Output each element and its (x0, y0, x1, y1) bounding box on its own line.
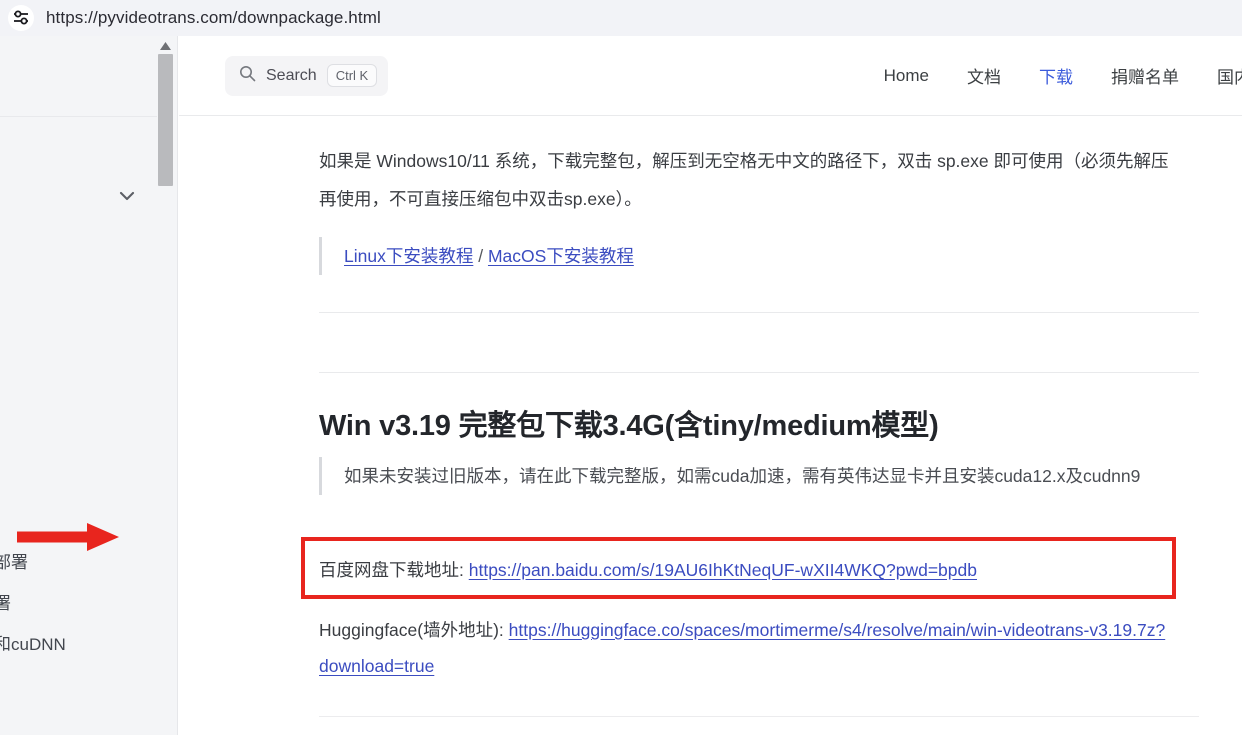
triangle-up-icon[interactable] (157, 39, 174, 53)
page-viewport: 部署 署 和cuDNN Search Ctrl K (0, 36, 1242, 735)
baidu-download-link[interactable]: https://pan.baidu.com/s/19AU6IhKtNeqUF-w… (469, 560, 977, 580)
cuda-note-text: 如果未安装过旧版本，请在此下载完整版，如需cuda加速，需有英伟达显卡并且安装c… (344, 466, 1141, 486)
nav-item-docs[interactable]: 文档 (967, 63, 1001, 88)
left-side-panel: 部署 署 和cuDNN (0, 36, 178, 735)
red-arrow-annotation (17, 520, 122, 554)
tutorial-links-quote: Linux下安装教程 / MacOS下安装教程 (319, 237, 1199, 275)
site-navigation-bar: Search Ctrl K Home 文档 下载 捐赠名单 国内加 (179, 36, 1242, 116)
baidu-download-line: 百度网盘下载地址: https://pan.baidu.com/s/19AU6I… (319, 556, 977, 584)
footer-divider (319, 716, 1199, 717)
nav-item-domestic-accel[interactable]: 国内加 (1217, 63, 1242, 88)
macos-tutorial-link[interactable]: MacOS下安装教程 (488, 246, 634, 266)
url-text[interactable]: https://pyvideotrans.com/downpackage.htm… (46, 8, 381, 28)
search-icon (239, 65, 256, 87)
scrollbar-thumb[interactable] (158, 54, 173, 186)
browser-address-bar: https://pyvideotrans.com/downpackage.htm… (0, 0, 1242, 36)
baidu-label: 百度网盘下载地址: (319, 560, 469, 580)
panel-text-fragment[interactable]: 署 (0, 589, 11, 614)
nav-item-download[interactable]: 下载 (1039, 63, 1073, 88)
linux-tutorial-link[interactable]: Linux下安装教程 (344, 246, 473, 266)
nav-links: Home 文档 下载 捐赠名单 国内加 (884, 63, 1242, 88)
page-section-heading: Win v3.19 完整包下载3.4G(含tiny/medium模型) (319, 410, 939, 442)
huggingface-download-line: Huggingface(墙外地址): https://huggingface.c… (319, 612, 1199, 684)
section-divider-bottom (319, 372, 1199, 373)
huggingface-label: Huggingface(墙外地址): (319, 620, 509, 640)
nav-item-donors[interactable]: 捐赠名单 (1111, 63, 1179, 88)
article-body: 如果是 Windows10/11 系统，下载完整包，解压到无空格无中文的路径下，… (179, 116, 1242, 735)
tutorial-links-line: Linux下安装教程 / MacOS下安装教程 (344, 237, 1199, 275)
search-placeholder: Search (266, 66, 317, 84)
panel-divider (0, 116, 162, 117)
sliders-icon (8, 5, 34, 31)
link-separator: / (478, 246, 484, 266)
cuda-note-quote: 如果未安装过旧版本，请在此下载完整版，如需cuda加速，需有英伟达显卡并且安装c… (319, 457, 1199, 495)
nav-item-home[interactable]: Home (884, 66, 929, 86)
section-divider-top (319, 312, 1199, 313)
search-shortcut-badge: Ctrl K (326, 64, 378, 87)
chevron-down-icon[interactable] (114, 183, 140, 209)
intro-paragraph: 如果是 Windows10/11 系统，下载完整包，解压到无空格无中文的路径下，… (319, 151, 1169, 209)
panel-text-fragment[interactable]: 和cuDNN (0, 630, 66, 655)
site-content: Search Ctrl K Home 文档 下载 捐赠名单 国内加 如果是 Wi… (179, 36, 1242, 735)
search-input[interactable]: Search Ctrl K (225, 55, 389, 96)
